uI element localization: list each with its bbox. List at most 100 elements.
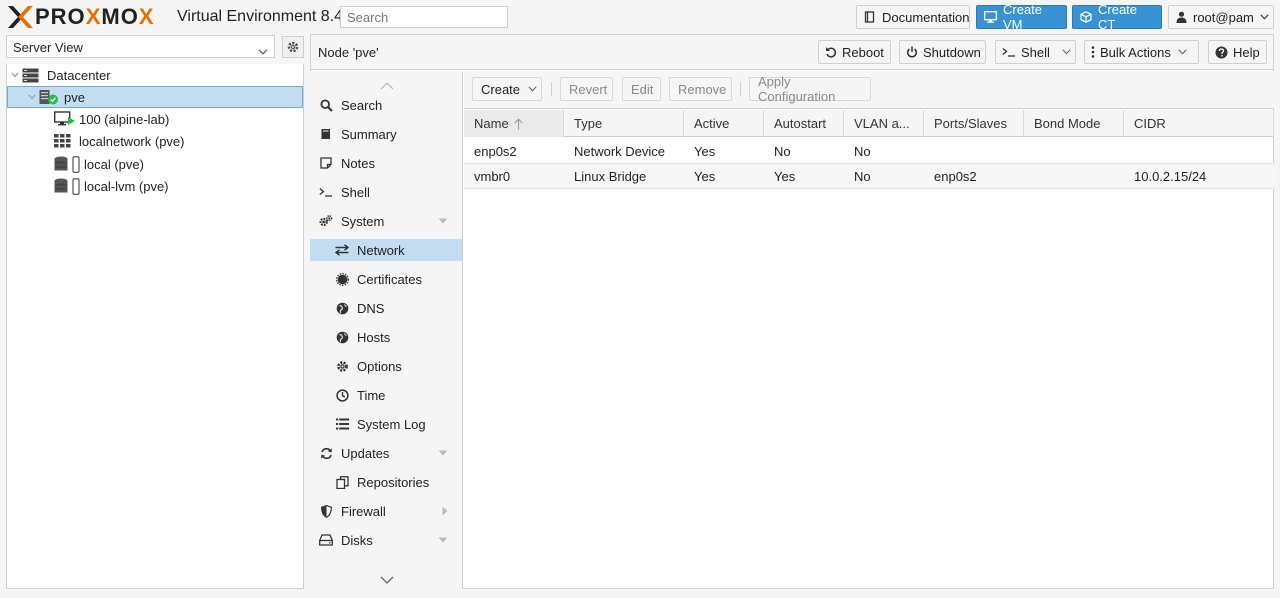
submenu-label: Disks bbox=[341, 532, 373, 548]
column-header-label: Name bbox=[474, 116, 509, 131]
column-header-label: CIDR bbox=[1134, 116, 1166, 131]
create-button[interactable]: Create bbox=[472, 77, 542, 101]
expand-toggle-icon[interactable] bbox=[28, 94, 36, 100]
user-menu-button[interactable]: root@pam bbox=[1168, 5, 1274, 29]
column-header-label: VLAN a... bbox=[854, 116, 910, 131]
tree-item-pve[interactable]: pve bbox=[7, 86, 303, 108]
tree-settings-button[interactable] bbox=[282, 36, 304, 58]
page-title: Node 'pve' bbox=[318, 45, 379, 60]
app-title: Virtual Environment 8.4.0 bbox=[177, 8, 357, 25]
view-selector[interactable]: Server View bbox=[6, 35, 275, 58]
tree-item-label: pve bbox=[64, 89, 85, 105]
cube-icon bbox=[1080, 11, 1092, 23]
cell-active: Yes bbox=[694, 144, 716, 159]
certificate-icon bbox=[335, 272, 349, 286]
scroll-up-icon[interactable] bbox=[380, 78, 394, 93]
submenu-item-dns[interactable]: DNS bbox=[310, 297, 462, 319]
scroll-down-icon[interactable] bbox=[380, 572, 394, 587]
submenu-item-time[interactable]: Time bbox=[310, 384, 462, 406]
create-vm-label: Create VM bbox=[1003, 2, 1043, 32]
edit-button[interactable]: Edit bbox=[622, 77, 661, 101]
documentation-button[interactable]: Documentation bbox=[856, 5, 970, 29]
submenu-item-repositories[interactable]: Repositories bbox=[310, 471, 462, 493]
shell-button[interactable]: Shell bbox=[995, 40, 1076, 64]
revert-label: Revert bbox=[569, 81, 608, 97]
help-label: Help bbox=[1233, 44, 1260, 60]
column-header-ports-slaves[interactable]: Ports/Slaves bbox=[924, 110, 1024, 137]
proxmox-logo: PROXMOX bbox=[6, 4, 155, 30]
user-label: root@pam bbox=[1193, 9, 1254, 25]
reboot-label: Reboot bbox=[842, 44, 884, 60]
submenu-label: DNS bbox=[357, 300, 385, 316]
submenu-item-options[interactable]: Options bbox=[310, 355, 462, 377]
column-header-active[interactable]: Active bbox=[684, 110, 764, 137]
revert-button[interactable]: Revert bbox=[560, 77, 613, 101]
terminal-icon bbox=[319, 185, 333, 199]
submenu-label: Time bbox=[357, 387, 386, 403]
chevron-right-icon[interactable] bbox=[442, 506, 448, 516]
expand-toggle-icon[interactable] bbox=[11, 72, 19, 78]
tree-item-local[interactable]: local (pve) bbox=[7, 153, 303, 175]
chevron-down-icon[interactable] bbox=[1062, 49, 1071, 55]
book-icon bbox=[319, 127, 333, 141]
submenu-item-summary[interactable]: Summary bbox=[310, 123, 462, 145]
create-vm-button[interactable]: Create VM bbox=[976, 2, 1067, 32]
submenu-item-firewall[interactable]: Firewall bbox=[310, 500, 462, 522]
submenu-label: Search bbox=[341, 97, 383, 113]
chevron-down-icon bbox=[528, 86, 537, 92]
submenu-item-system[interactable]: System bbox=[310, 210, 462, 232]
book-icon bbox=[864, 11, 876, 23]
submenu-item-search[interactable]: Search bbox=[310, 94, 462, 116]
column-header-type[interactable]: Type bbox=[564, 110, 684, 137]
column-header-bond-mode[interactable]: Bond Mode bbox=[1024, 110, 1124, 137]
submenu-label: Network bbox=[357, 242, 405, 258]
cell-ports-slaves: enp0s2 bbox=[934, 169, 977, 184]
tree-item-local-lvm[interactable]: local-lvm (pve) bbox=[7, 175, 303, 197]
help-button[interactable]: Help bbox=[1208, 40, 1267, 64]
submenu-label: Notes bbox=[341, 155, 375, 171]
sdn-zone-icon bbox=[54, 134, 71, 148]
clock-icon bbox=[335, 388, 349, 402]
submenu-item-system-log[interactable]: System Log bbox=[310, 413, 462, 435]
cell-vlan-aware: No bbox=[854, 144, 871, 159]
submenu-item-hosts[interactable]: Hosts bbox=[310, 326, 462, 348]
submenu-item-updates[interactable]: Updates bbox=[310, 442, 462, 464]
shell-label: Shell bbox=[1021, 44, 1050, 60]
tree-item-vm-100[interactable]: 100 (alpine-lab) bbox=[7, 108, 303, 130]
tree-item-label: local-lvm (pve) bbox=[84, 178, 169, 194]
tree-item-datacenter[interactable]: Datacenter bbox=[7, 64, 303, 86]
submenu-item-disks[interactable]: Disks bbox=[310, 529, 462, 551]
gear-icon bbox=[286, 40, 300, 54]
create-ct-button[interactable]: Create CT bbox=[1072, 2, 1162, 32]
submenu-label: Repositories bbox=[357, 474, 430, 490]
terminal-icon bbox=[1002, 47, 1016, 57]
submenu-item-network[interactable]: Network bbox=[310, 239, 462, 261]
apply-configuration-button[interactable]: Apply Configuration bbox=[749, 74, 871, 104]
column-header-name[interactable]: Name bbox=[464, 110, 564, 137]
chevron-down-icon bbox=[258, 43, 268, 58]
power-off-icon bbox=[906, 46, 918, 58]
shutdown-label: Shutdown bbox=[923, 44, 981, 60]
chevron-down-icon[interactable] bbox=[438, 450, 448, 456]
bottom-resize-bar[interactable] bbox=[0, 589, 1280, 598]
search-input[interactable] bbox=[340, 6, 508, 28]
column-header-autostart[interactable]: Autostart bbox=[764, 110, 844, 137]
column-header-cidr[interactable]: CIDR bbox=[1124, 110, 1274, 137]
shutdown-button[interactable]: Shutdown bbox=[899, 40, 986, 64]
submenu-item-notes[interactable]: Notes bbox=[310, 152, 462, 174]
submenu-item-certificates[interactable]: Certificates bbox=[310, 268, 462, 290]
list-icon bbox=[335, 417, 349, 431]
submenu-item-shell[interactable]: Shell bbox=[310, 181, 462, 203]
remove-button[interactable]: Remove bbox=[669, 77, 732, 101]
tree-item-label: 100 (alpine-lab) bbox=[79, 111, 170, 127]
view-selector-label: Server View bbox=[13, 40, 83, 55]
reboot-button[interactable]: Reboot bbox=[818, 40, 891, 64]
files-icon bbox=[335, 475, 349, 489]
column-header-vlan-aware[interactable]: VLAN a... bbox=[844, 110, 924, 137]
ellipsis-vertical-icon bbox=[1091, 46, 1095, 58]
sort-ascending-icon bbox=[514, 117, 523, 130]
chevron-down-icon[interactable] bbox=[438, 218, 448, 224]
bulk-actions-button[interactable]: Bulk Actions bbox=[1084, 40, 1199, 64]
chevron-down-icon[interactable] bbox=[438, 537, 448, 543]
tree-item-localnetwork[interactable]: localnetwork (pve) bbox=[7, 130, 303, 152]
